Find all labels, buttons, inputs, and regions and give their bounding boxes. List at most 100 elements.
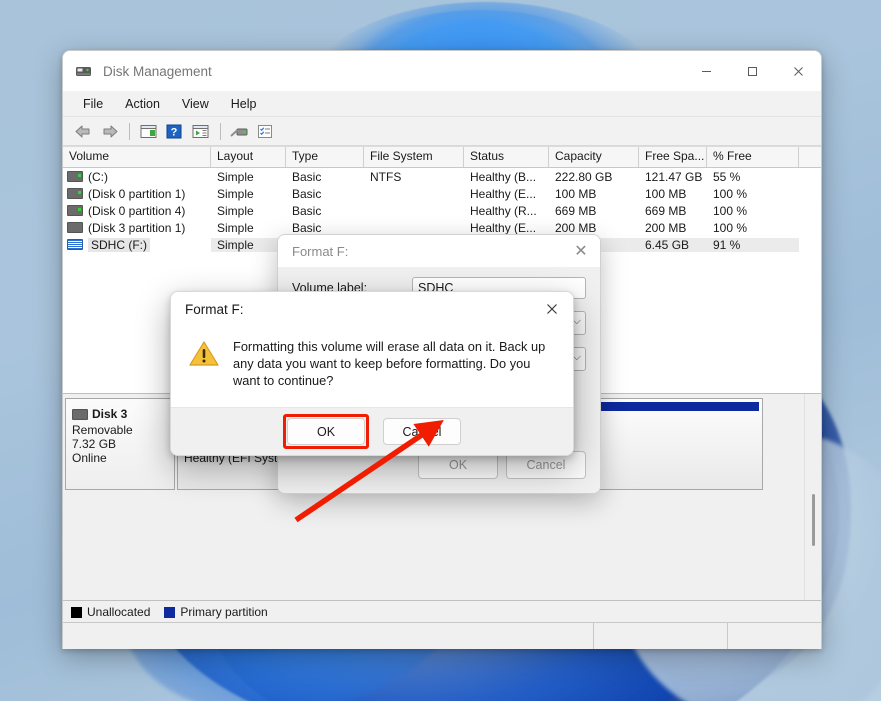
ok-button-highlight-box: OK [283, 414, 369, 449]
statusbar-cell-3 [728, 623, 821, 649]
column-header-capacity[interactable]: Capacity [549, 147, 639, 167]
format-dialog-close-icon[interactable]: ✕ [570, 241, 592, 261]
forward-arrow-icon[interactable] [97, 120, 121, 142]
column-header-percent-free[interactable]: % Free [707, 147, 799, 167]
disk-icon [72, 408, 88, 420]
volume-name-label: (Disk 3 partition 1) [88, 220, 186, 235]
cell-free-space: 669 MB [645, 203, 687, 218]
column-header-free-space[interactable]: Free Spa... [639, 147, 707, 167]
cell-type: Basic [292, 220, 322, 235]
legend-swatch-unallocated [71, 606, 82, 618]
basic-volume-icon [67, 188, 83, 199]
legend-label-primary-partition: Primary partition [180, 605, 268, 619]
format-dialog-titlebar: Format F: ✕ [278, 235, 600, 267]
menu-file[interactable]: File [73, 94, 113, 114]
toolbar-separator-2 [220, 122, 221, 140]
volume-name-label: (Disk 0 partition 1) [88, 186, 186, 201]
cell-status: Healthy (B... [470, 169, 537, 184]
cell-percent-free: 100 % [713, 186, 748, 201]
properties-icon[interactable] [253, 120, 277, 142]
volume-table-header: Volume Layout Type File System Status Ca… [63, 146, 821, 168]
menu-action[interactable]: Action [115, 94, 170, 114]
cell-type: Basic [292, 186, 322, 201]
column-header-file-system[interactable]: File System [364, 147, 464, 167]
menu-help[interactable]: Help [221, 94, 267, 114]
warning-dialog-message: Formatting this volume will erase all da… [233, 339, 546, 388]
cell-capacity: 100 MB [555, 186, 597, 201]
cell-free-space: 6.45 GB [639, 237, 707, 252]
legend-swatch-primary-partition [164, 606, 176, 618]
cell-status: Healthy (R... [470, 203, 537, 218]
cell-layout: Simple [217, 169, 254, 184]
column-header-type[interactable]: Type [286, 147, 364, 167]
show-hide-console-tree-icon[interactable] [136, 120, 160, 142]
close-button[interactable] [775, 51, 821, 91]
column-header-volume[interactable]: Volume [63, 147, 211, 167]
disk-name: Disk 3 [92, 407, 128, 421]
cell-layout: Simple [217, 220, 254, 235]
cell-free-space: 121.47 GB [645, 169, 703, 184]
disk-size: 7.32 GB [72, 437, 117, 451]
cell-free-space: 200 MB [645, 220, 687, 235]
menubar: File Action View Help [63, 91, 821, 117]
cell-capacity: 222.80 GB [555, 169, 613, 184]
cell-type: Basic [292, 169, 322, 184]
window-controls [683, 51, 821, 91]
disk-pane-scrollbar-thumb[interactable] [812, 494, 815, 546]
cell-file-system: NTFS [370, 169, 402, 184]
maximize-button[interactable] [729, 51, 775, 91]
cell-layout: Simple [217, 203, 254, 218]
cell-volume: (Disk 0 partition 1) [63, 187, 211, 201]
column-header-layout[interactable]: Layout [211, 147, 286, 167]
disk-pane-scrollbar[interactable] [804, 394, 821, 629]
cell-volume: (Disk 3 partition 1) [63, 221, 211, 235]
cell-volume: SDHC (F:) [63, 237, 211, 252]
format-warning-dialog: Format F: Formatting this volume will er… [170, 291, 574, 456]
legend-label-unallocated: Unallocated [87, 605, 151, 619]
cell-capacity: 669 MB [555, 203, 597, 218]
rescan-disks-icon[interactable] [227, 120, 251, 142]
basic-volume-icon-inactive [67, 222, 83, 233]
warning-dialog-close-icon[interactable] [541, 299, 563, 319]
table-row[interactable]: (Disk 0 partition 1) Simple Basic Healthy (… [63, 185, 821, 202]
basic-volume-icon [67, 171, 83, 182]
cell-type: Basic [292, 203, 322, 218]
warning-triangle-icon [189, 340, 219, 389]
svg-text:?: ? [171, 126, 178, 138]
table-row[interactable]: (C:) Simple Basic NTFS Healthy (B... 222.80 G… [63, 168, 821, 185]
cell-percent-free: 100 % [713, 203, 748, 218]
legend-item-primary-partition: Primary partition [164, 605, 268, 619]
disk-type: Removable [72, 423, 133, 437]
cell-status: Healthy (E... [470, 220, 537, 235]
cell-layout: Simple [211, 237, 286, 252]
column-header-filler[interactable] [799, 147, 821, 167]
statusbar-cell-2 [594, 623, 728, 649]
cell-free-space: 100 MB [645, 186, 687, 201]
cell-volume: (Disk 0 partition 4) [63, 204, 211, 218]
legend-item-unallocated: Unallocated [71, 605, 150, 619]
format-dialog-title: Format F: [292, 243, 349, 259]
legend: Unallocated Primary partition [63, 600, 821, 623]
cell-percent-free: 100 % [713, 220, 748, 235]
volume-name-label: (C:) [88, 169, 108, 184]
show-hide-action-pane-icon[interactable] [188, 120, 212, 142]
disk-title: Disk 3 [72, 407, 168, 421]
table-row[interactable]: (Disk 0 partition 4) Simple Basic Healthy (… [63, 202, 821, 219]
warning-dialog-ok-button[interactable]: OK [287, 418, 365, 445]
cell-volume: (C:) [63, 170, 211, 184]
cell-status: Healthy (E... [470, 186, 537, 201]
cell-layout: Simple [217, 186, 254, 201]
removable-volume-icon [67, 239, 83, 250]
warning-dialog-title: Format F: [185, 301, 244, 317]
menu-view[interactable]: View [172, 94, 219, 114]
column-header-status[interactable]: Status [464, 147, 549, 167]
back-arrow-icon[interactable] [71, 120, 95, 142]
help-icon[interactable]: ? [162, 120, 186, 142]
minimize-button[interactable] [683, 51, 729, 91]
disk-summary-block[interactable]: Disk 3 Removable 7.32 GB Online [65, 398, 175, 490]
disk-state: Online [72, 451, 107, 465]
window-title: Disk Management [103, 63, 212, 79]
cell-percent-free: 55 % [713, 169, 741, 184]
warning-dialog-cancel-button[interactable]: Cancel [383, 418, 461, 445]
warning-dialog-body: Formatting this volume will erase all da… [171, 326, 573, 389]
